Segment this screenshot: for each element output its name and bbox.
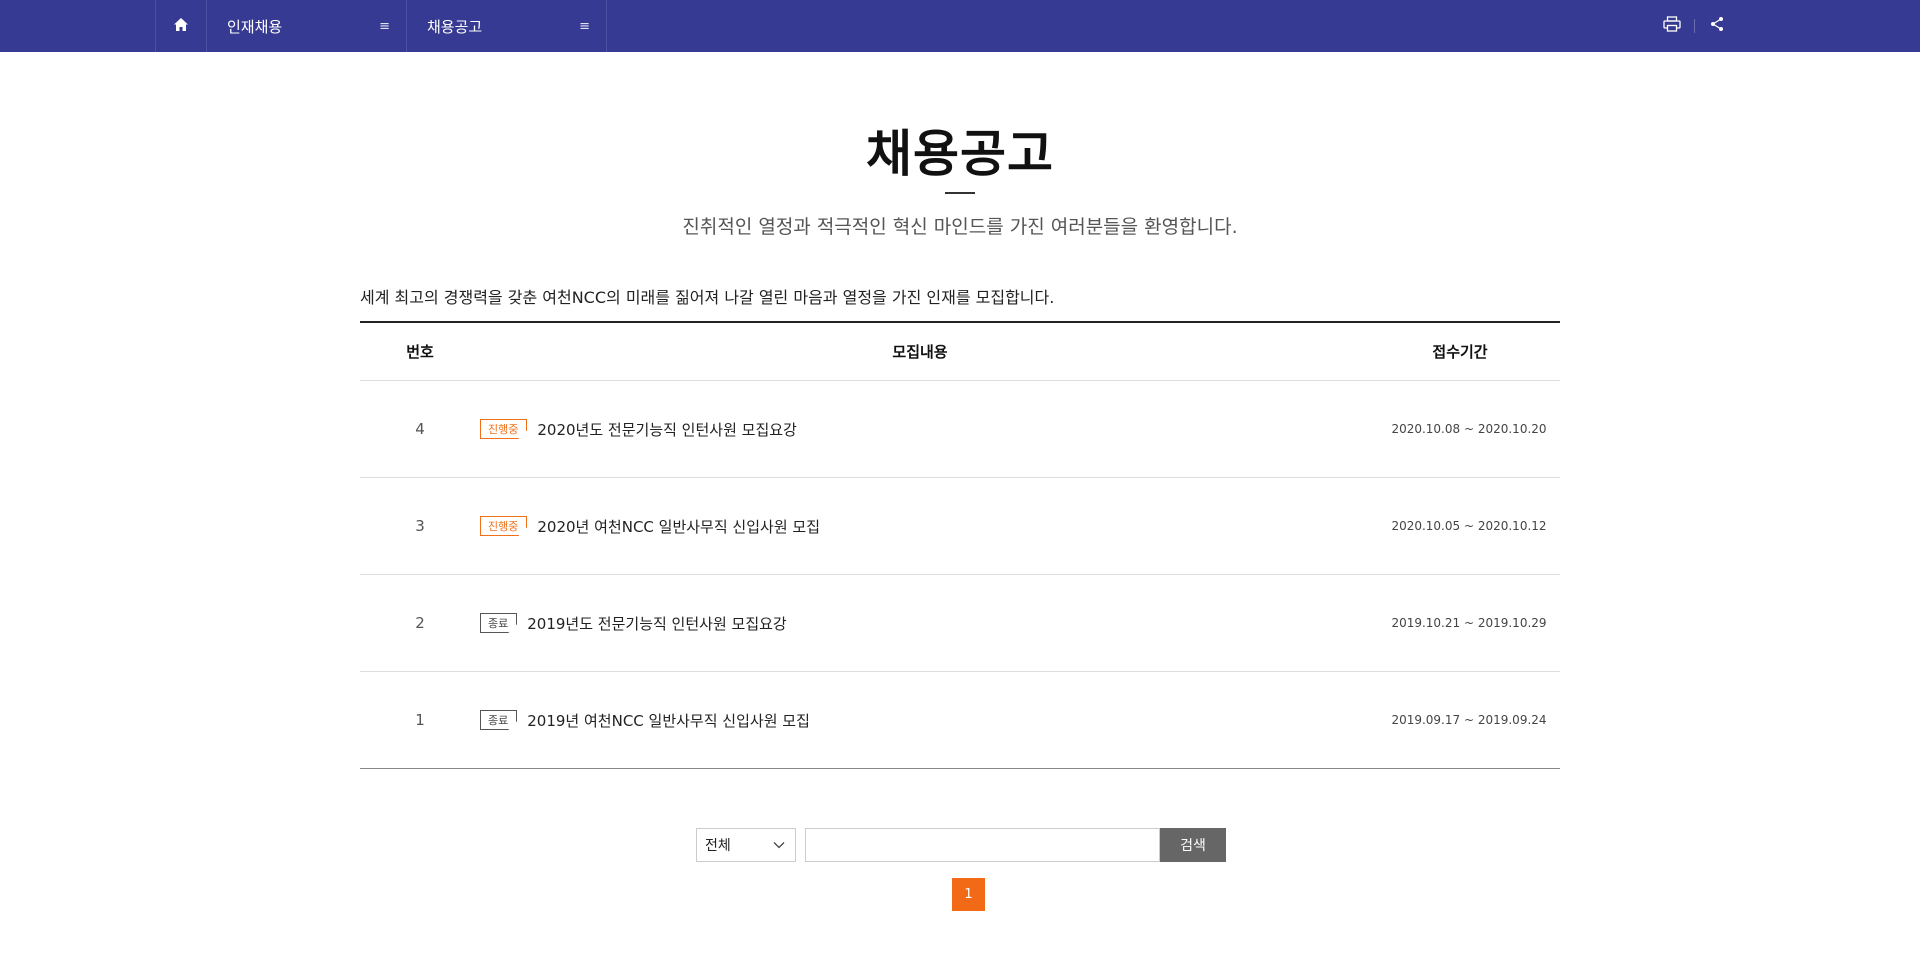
header-number: 번호 <box>406 343 434 361</box>
status-badge: 종료 <box>480 710 517 730</box>
search-scope-select[interactable]: 전체 <box>696 828 796 862</box>
home-icon <box>173 17 189 36</box>
table-row[interactable]: 1 종료 2019년 여천NCC 일반사무직 신입사원 모집 2019.09.1… <box>360 672 1560 769</box>
row-period: 2019.10.21 ~ 2019.10.29 <box>1391 616 1547 630</box>
row-title-link[interactable]: 진행중 2020년도 전문기능직 인턴사원 모집요강 <box>480 419 1360 440</box>
title-divider <box>945 192 975 194</box>
row-title: 2020년 여천NCC 일반사무직 신입사원 모집 <box>537 517 820 536</box>
page-subtitle: 진취적인 열정과 적극적인 혁신 마인드를 가진 여러분들을 환영합니다. <box>682 216 1238 238</box>
header-period: 접수기간 <box>1432 343 1488 361</box>
menu-icon: ≡ <box>379 18 390 34</box>
share-icon <box>1710 16 1724 36</box>
table-header: 번호 모집내용 접수기간 <box>360 321 1560 381</box>
table-row[interactable]: 3 진행중 2020년 여천NCC 일반사무직 신입사원 모집 2020.10.… <box>360 478 1560 575</box>
print-button[interactable] <box>1650 0 1694 52</box>
page-button-current[interactable]: 1 <box>952 878 985 911</box>
menu-icon: ≡ <box>579 18 590 34</box>
breadcrumb-nav: 인재채용 ≡ 채용공고 ≡ <box>155 0 607 52</box>
print-icon <box>1663 16 1681 36</box>
home-button[interactable] <box>155 0 207 52</box>
row-period: 2020.10.05 ~ 2020.10.12 <box>1391 519 1547 533</box>
pagination: 1 <box>952 878 985 911</box>
top-navigation-bar: 인재채용 ≡ 채용공고 ≡ <box>0 0 1920 52</box>
row-title-link[interactable]: 종료 2019년도 전문기능직 인턴사원 모집요강 <box>480 613 1360 634</box>
nav-dropdown-recruit[interactable]: 인재채용 ≡ <box>207 0 407 52</box>
nav-dropdown-notice[interactable]: 채용공고 ≡ <box>407 0 607 52</box>
table-row[interactable]: 2 종료 2019년도 전문기능직 인턴사원 모집요강 2019.10.21 ~… <box>360 575 1560 672</box>
job-posting-table: 번호 모집내용 접수기간 4 진행중 2020년도 전문기능직 인턴사원 모집요… <box>360 321 1560 769</box>
row-title-link[interactable]: 종료 2019년 여천NCC 일반사무직 신입사원 모집 <box>480 710 1360 731</box>
row-period: 2020.10.08 ~ 2020.10.20 <box>1391 422 1547 436</box>
search-input[interactable] <box>805 828 1160 862</box>
page-title: 채용공고 <box>866 125 1054 183</box>
row-period: 2019.09.17 ~ 2019.09.24 <box>1391 713 1547 727</box>
search-scope-value: 전체 <box>705 838 731 854</box>
status-badge: 진행중 <box>480 516 527 536</box>
row-title: 2019년 여천NCC 일반사무직 신입사원 모집 <box>527 711 810 730</box>
nav-dropdown-label: 인재채용 <box>227 17 283 36</box>
header-title: 모집내용 <box>892 343 948 361</box>
nav-dropdown-label: 채용공고 <box>427 17 483 36</box>
page-tools <box>1650 0 1739 52</box>
table-row[interactable]: 4 진행중 2020년도 전문기능직 인턴사원 모집요강 2020.10.08 … <box>360 381 1560 478</box>
row-title-link[interactable]: 진행중 2020년 여천NCC 일반사무직 신입사원 모집 <box>480 516 1360 537</box>
row-title: 2020년도 전문기능직 인턴사원 모집요강 <box>537 420 797 439</box>
search-button[interactable]: 검색 <box>1160 828 1226 862</box>
status-badge: 종료 <box>480 613 517 633</box>
chevron-down-icon <box>773 837 785 853</box>
row-number: 4 <box>415 420 425 438</box>
intro-text: 세계 최고의 경쟁력을 갖춘 여천NCC의 미래를 짊어져 나갈 열린 마음과 … <box>360 288 1055 307</box>
search-bar: 전체 검색 <box>696 828 1226 862</box>
row-number: 3 <box>415 517 425 535</box>
row-number: 1 <box>415 711 425 729</box>
share-button[interactable] <box>1695 0 1739 52</box>
status-badge: 진행중 <box>480 419 527 439</box>
row-number: 2 <box>415 614 425 632</box>
row-title: 2019년도 전문기능직 인턴사원 모집요강 <box>527 614 787 633</box>
